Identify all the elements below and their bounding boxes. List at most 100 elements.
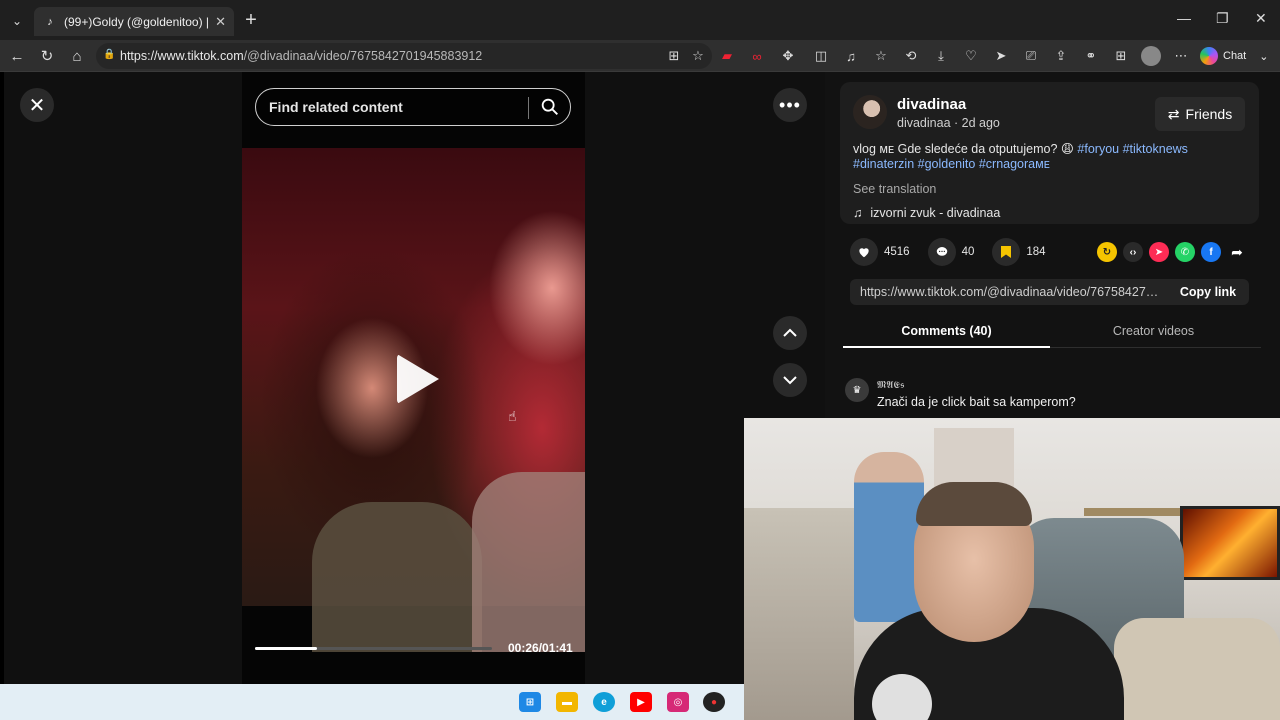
app-available-icon[interactable]: ⊞ [664, 46, 684, 66]
extension-infinity-icon[interactable]: ∞ [747, 46, 767, 66]
search-placeholder: Find related content [269, 99, 403, 115]
see-translation-link[interactable]: See translation [853, 182, 936, 196]
commenter-avatar[interactable]: ♛ [845, 378, 869, 402]
post-info-card: divadinaa divadinaa · 2d ago ⇄ Friends v… [840, 82, 1259, 224]
share-link-field[interactable]: https://www.tiktok.com/@divadinaa/video/… [850, 279, 1249, 305]
minimize-icon[interactable]: — [1177, 10, 1191, 26]
tiktok-favicon-icon: ♪ [47, 15, 53, 28]
search-input[interactable]: Find related content [255, 88, 571, 126]
collections-icon[interactable]: ⊞ [1111, 46, 1131, 66]
media-control-icon[interactable]: ♫ [841, 46, 861, 66]
chevron-up-icon [783, 328, 797, 337]
share-icons: ↻ ‹› ➤ ✆ f ➦ [1097, 242, 1247, 262]
back-arrow-icon[interactable]: ← [6, 45, 28, 67]
browser-tab[interactable]: ♪ (99+)Goldy (@goldenitoo) | TikTok ✕ [34, 7, 234, 36]
search-divider [528, 97, 529, 119]
more-options-button[interactable]: ••• [773, 88, 807, 122]
comment-button[interactable]: 40 [927, 238, 975, 266]
facebook-icon[interactable]: f [1201, 242, 1221, 262]
tab-creator-videos[interactable]: Creator videos [1050, 324, 1257, 338]
save-count: 184 [1026, 246, 1046, 258]
history-icon[interactable]: ⟲ [901, 46, 921, 66]
commenter-name[interactable]: 𝕸𝕬𝕰𝖘 [877, 380, 904, 391]
webcam-sofa [1114, 618, 1280, 720]
windows-start-icon[interactable]: ⊞ [519, 692, 541, 712]
heart-icon [859, 248, 869, 258]
chevron-down-icon: ⌄ [1259, 50, 1269, 63]
send-to-friends-icon[interactable]: ➤ [1149, 242, 1169, 262]
tab-comments[interactable]: Comments (40) [843, 324, 1050, 338]
avatar[interactable] [853, 95, 887, 129]
url-path: /@divadinaa/video/7675842701945883912 [243, 49, 483, 63]
split-screen-icon[interactable]: ◫ [811, 46, 831, 66]
embed-code-icon[interactable]: ‹› [1123, 242, 1143, 262]
maximize-icon[interactable]: ❐ [1216, 10, 1229, 27]
workspaces-icon[interactable]: ⚭ [1081, 46, 1101, 66]
site-info-icon[interactable]: 🔒 [103, 49, 115, 60]
more-menu-icon[interactable]: ⋯ [1171, 46, 1191, 66]
username[interactable]: divadinaa [897, 96, 966, 113]
whatsapp-icon[interactable]: ✆ [1175, 242, 1195, 262]
address-bar[interactable]: 🔒 https://www.tiktok.com/@divadinaa/vide… [96, 43, 712, 69]
active-tab-underline [843, 346, 1050, 348]
extensions-puzzle-icon[interactable]: ✥ [778, 46, 798, 66]
previous-video-button[interactable] [773, 316, 807, 350]
hashtag-link[interactable]: #tiktoknews [1123, 142, 1188, 156]
tab-actions-chevron-icon[interactable]: ⌄ [5, 9, 29, 33]
send-icon[interactable]: ➤ [991, 46, 1011, 66]
video-player[interactable]: Find related content 00:26/01:41 [242, 72, 585, 684]
app-red-circle-icon[interactable]: ● [703, 692, 725, 712]
browser-essentials-icon[interactable]: ♡ [961, 46, 981, 66]
more-share-arrow-icon[interactable]: ➦ [1227, 242, 1247, 262]
home-icon[interactable]: ⌂ [66, 45, 88, 67]
hashtag-link[interactable]: #crnagoraᴍᴇ [979, 157, 1050, 171]
caption: vlog ᴍᴇ Gde sledeće da otputujemo? 😩 #fo… [853, 142, 1248, 172]
edge-browser-icon[interactable]: e [593, 692, 615, 712]
new-tab-plus-icon[interactable]: + [240, 9, 262, 31]
copy-link-button[interactable]: Copy link [1167, 279, 1249, 305]
instagram-icon[interactable]: ◎ [667, 692, 689, 712]
next-video-button[interactable] [773, 363, 807, 397]
like-button[interactable]: 4516 [850, 238, 910, 266]
file-explorer-icon[interactable]: ▬ [556, 692, 578, 712]
friends-icon: ⇄ [1167, 105, 1180, 122]
comment-text: Znači da je click bait sa kamperom? [877, 395, 1076, 409]
close-icon: ✕ [28, 94, 46, 117]
hashtag-link[interactable]: #dinaterzin [853, 157, 914, 171]
downloads-icon[interactable]: ⤓ [931, 46, 951, 66]
screenshot-icon[interactable]: ⎚ [1021, 46, 1041, 66]
progress-fill [255, 647, 317, 650]
search-icon[interactable] [539, 96, 561, 118]
share-link-text: https://www.tiktok.com/@divadinaa/video/… [860, 285, 1165, 299]
video-figure-right [472, 472, 585, 652]
webcam-background-person [854, 452, 924, 622]
share-icon[interactable]: ⇪ [1051, 46, 1071, 66]
close-video-button[interactable]: ✕ [20, 88, 54, 122]
reload-icon[interactable]: ↻ [36, 45, 58, 67]
video-figure-left [312, 502, 482, 652]
friends-button[interactable]: ⇄ Friends [1155, 97, 1245, 131]
favorites-icon[interactable]: ☆ [871, 46, 891, 66]
webcam-tv-fireplace [1180, 506, 1280, 580]
youtube-icon[interactable]: ▶ [630, 692, 652, 712]
repost-icon[interactable]: ↻ [1097, 242, 1117, 262]
favorite-star-icon[interactable]: ☆ [688, 46, 708, 66]
friends-label: Friends [1185, 106, 1233, 122]
caption-text: vlog ᴍᴇ Gde sledeće da otputujemo? 😩 [853, 142, 1074, 156]
progress-bar[interactable] [255, 647, 492, 650]
close-window-icon[interactable]: ✕ [1255, 10, 1267, 27]
copilot-chat-button[interactable]: Chat ⌄ [1200, 46, 1268, 66]
hashtag-link[interactable]: #foryou [1077, 142, 1119, 156]
profile-avatar-icon[interactable] [1141, 46, 1161, 66]
browser-tab-bar: ⌄ ♪ (99+)Goldy (@goldenitoo) | TikTok ✕ … [0, 0, 1280, 40]
url-host: https://www.tiktok.com [120, 49, 244, 63]
windows-taskbar: ⊞ ▬ e ▶ ◎ ● [0, 684, 744, 720]
extension-red-icon[interactable]: ▰ [717, 46, 737, 66]
hashtag-link[interactable]: #goldenito [918, 157, 976, 171]
webcam-shelf [1084, 508, 1184, 516]
play-icon[interactable] [397, 354, 439, 404]
tab-close-icon[interactable]: ✕ [215, 14, 226, 30]
sound-link[interactable]: ♫ izvorni zvuk - divadinaa [853, 206, 1000, 220]
comment-count: 40 [961, 246, 975, 258]
save-button[interactable]: 184 [992, 238, 1046, 266]
